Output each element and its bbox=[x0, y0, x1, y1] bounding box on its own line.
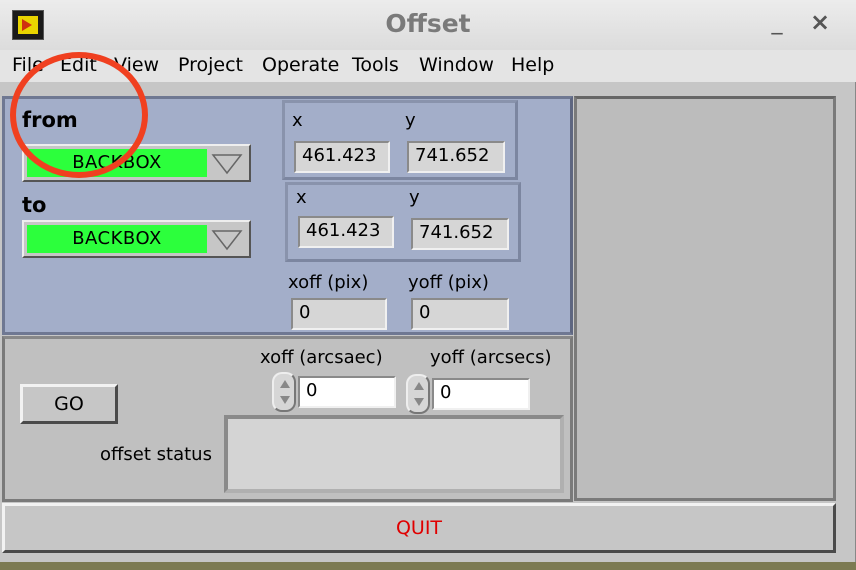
offset-status-label: offset status bbox=[100, 444, 212, 465]
decrement-icon[interactable] bbox=[280, 396, 290, 404]
to-target-value: BACKBOX bbox=[27, 225, 207, 253]
chevron-down-icon[interactable] bbox=[210, 227, 244, 253]
decrement-icon[interactable] bbox=[414, 398, 424, 406]
increment-icon[interactable] bbox=[280, 380, 290, 388]
yoff-arcsec-input[interactable]: 0 bbox=[432, 378, 530, 410]
yoff-arcsec-label: yoff (arcsecs) bbox=[430, 347, 552, 368]
xoff-arcsec-label: xoff (arcsaec) bbox=[260, 347, 383, 368]
labview-app-icon[interactable] bbox=[12, 10, 44, 40]
to-x-display: 461.423 bbox=[298, 216, 394, 248]
yoff-arcsec-stepper[interactable] bbox=[406, 374, 430, 414]
xoff-arcsec-input[interactable]: 0 bbox=[298, 376, 396, 408]
to-y-display: 741.652 bbox=[411, 218, 509, 250]
yoff-pix-display: 0 bbox=[411, 298, 509, 330]
increment-icon[interactable] bbox=[414, 382, 424, 390]
to-label: to bbox=[22, 193, 47, 217]
to-y-label: y bbox=[409, 187, 420, 208]
yoff-pix-label: yoff (pix) bbox=[408, 272, 489, 293]
title-bar: Offset _ × bbox=[0, 0, 856, 50]
close-icon[interactable]: × bbox=[806, 8, 834, 38]
window-title: Offset bbox=[385, 9, 471, 38]
xoff-pix-display: 0 bbox=[291, 298, 387, 330]
to-x-label: x bbox=[296, 187, 307, 208]
from-x-label: x bbox=[292, 110, 303, 131]
menu-operate[interactable]: Operate bbox=[262, 54, 339, 76]
menu-window[interactable]: Window bbox=[419, 54, 494, 76]
menu-tools[interactable]: Tools bbox=[352, 54, 399, 76]
offset-status-display bbox=[224, 415, 564, 493]
right-empty-panel bbox=[574, 96, 836, 501]
from-y-display: 741.652 bbox=[407, 141, 505, 173]
from-y-label: y bbox=[405, 110, 416, 131]
xoff-pix-label: xoff (pix) bbox=[288, 272, 369, 293]
from-x-display: 461.423 bbox=[294, 141, 390, 173]
chevron-down-icon[interactable] bbox=[210, 151, 244, 177]
go-button[interactable]: GO bbox=[20, 384, 118, 424]
menu-help[interactable]: Help bbox=[511, 54, 554, 76]
quit-button[interactable]: QUIT bbox=[2, 503, 836, 553]
minimize-icon[interactable]: _ bbox=[766, 10, 788, 38]
app-icon-arrow bbox=[22, 19, 32, 31]
menu-project[interactable]: Project bbox=[178, 54, 243, 76]
xoff-arcsec-stepper[interactable] bbox=[272, 372, 296, 412]
to-target-select[interactable]: BACKBOX bbox=[22, 220, 251, 258]
annotation-circle bbox=[10, 52, 148, 178]
